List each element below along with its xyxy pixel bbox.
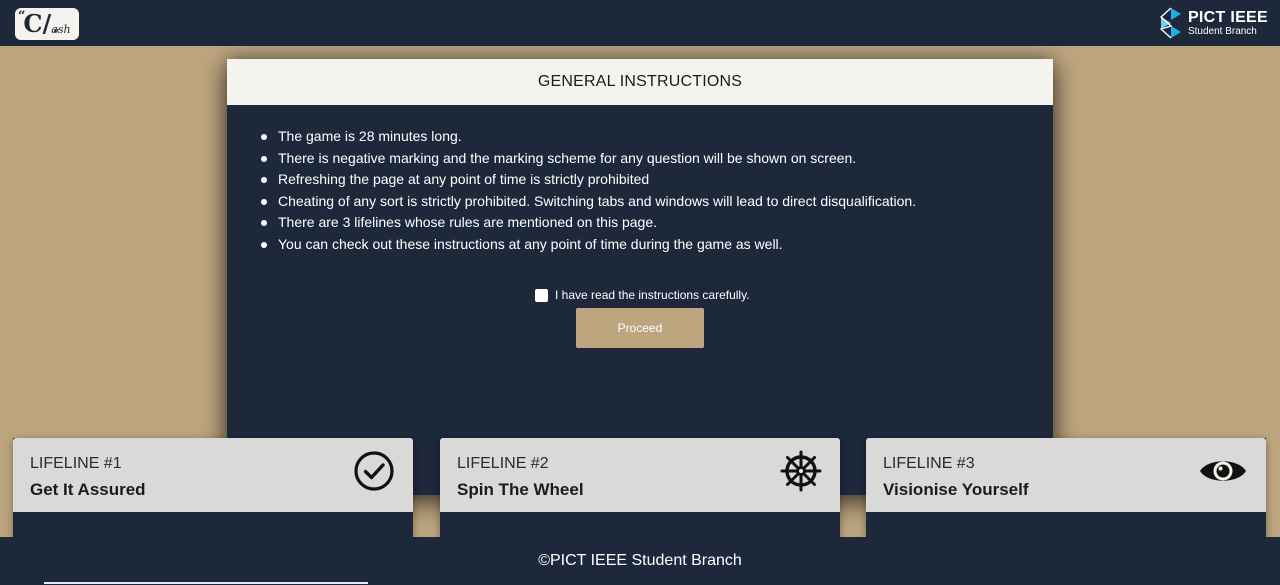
wheel-icon [780, 450, 822, 492]
lifeline-title: Spin The Wheel [457, 480, 584, 499]
instructions-list: The game is 28 minutes long. There is ne… [260, 126, 916, 256]
agree-row[interactable]: I have read the instructions carefully. [535, 288, 750, 302]
agree-checkbox[interactable] [535, 288, 548, 302]
instruction-item: There are 3 lifelines whose rules are me… [260, 212, 916, 234]
check-circle-icon [353, 450, 395, 492]
instructions-modal: GENERAL INSTRUCTIONS The game is 28 minu… [227, 59, 1053, 495]
ieee-mark-icon [1159, 7, 1181, 39]
logo-main: C/ [23, 9, 52, 38]
lifeline-number: LIFELINE #3 [883, 455, 975, 472]
lifeline-number: LIFELINE #1 [30, 455, 122, 472]
lifeline-card-2: LIFELINE #2 Spin The Wheel [440, 438, 840, 548]
footer: ©PICT IEEE Student Branch [0, 537, 1280, 585]
eye-icon [1200, 450, 1248, 492]
lifeline-card-header: LIFELINE #1 Get It Assured [13, 438, 413, 512]
modal-title: GENERAL INSTRUCTIONS [227, 59, 1053, 105]
footer-copyright: ©PICT IEEE Student Branch [538, 552, 742, 569]
branch-subtitle: Student Branch [1187, 25, 1257, 37]
instruction-item: You can check out these instructions at … [260, 234, 916, 256]
pict-ieee-logo[interactable]: PICT IEEE Student Branch [1159, 7, 1268, 39]
agree-label: I have read the instructions carefully. [555, 288, 750, 302]
lifeline-title: Visionise Yourself [883, 480, 1029, 499]
clash-logo[interactable]: “ C/ ash ” [15, 8, 79, 40]
footer-scroll-indicator [44, 582, 368, 584]
lifeline-card-header: LIFELINE #3 Visionise Yourself [866, 438, 1266, 512]
lifeline-title: Get It Assured [30, 480, 146, 499]
instruction-item: Cheating of any sort is strictly prohibi… [260, 191, 916, 213]
lifeline-card-header: LIFELINE #2 Spin The Wheel [440, 438, 840, 512]
lifeline-card-3: LIFELINE #3 Visionise Yourself [866, 438, 1266, 548]
instruction-item: There is negative marking and the markin… [260, 148, 916, 170]
top-navbar: “ C/ ash ” PICT IEEE Student Branch [0, 0, 1280, 46]
instruction-item: Refreshing the page at any point of time… [260, 169, 916, 191]
branch-title: PICT IEEE [1187, 8, 1268, 26]
lifeline-number: LIFELINE #2 [457, 455, 549, 472]
instruction-item: The game is 28 minutes long. [260, 126, 916, 148]
lifeline-card-1: LIFELINE #1 Get It Assured [13, 438, 413, 548]
proceed-button[interactable]: Proceed [576, 308, 704, 348]
